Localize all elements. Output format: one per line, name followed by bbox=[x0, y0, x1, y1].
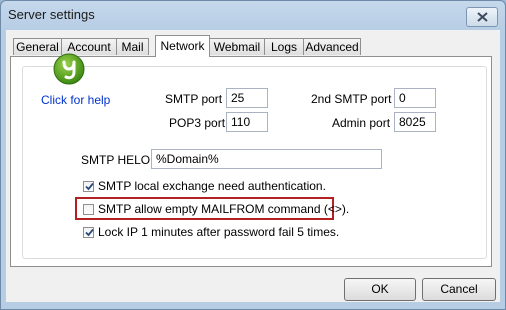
tab-label: Mail bbox=[121, 40, 144, 54]
tab-label: Advanced bbox=[305, 40, 359, 54]
tab-label: General bbox=[16, 40, 59, 54]
smtp-auth-checkbox[interactable] bbox=[83, 180, 94, 192]
title-bar[interactable]: Server settings bbox=[1, 1, 505, 29]
window-title: Server settings bbox=[8, 7, 95, 22]
help-link[interactable]: Click for help bbox=[41, 93, 110, 107]
checkmark-icon bbox=[85, 182, 94, 190]
checkmark-icon bbox=[85, 228, 94, 236]
ok-button[interactable]: OK bbox=[344, 278, 416, 301]
tab-advanced[interactable]: Advanced bbox=[303, 38, 361, 55]
cancel-button[interactable]: Cancel bbox=[422, 278, 496, 301]
tab-network[interactable]: Network bbox=[155, 35, 210, 57]
tab-webmail[interactable]: Webmail bbox=[209, 38, 265, 55]
lock-ip-checkbox[interactable] bbox=[83, 226, 94, 238]
smtp-auth-checkbox-row[interactable]: SMTP local exchange need authentication. bbox=[83, 179, 326, 193]
close-button[interactable] bbox=[466, 7, 498, 27]
lock-ip-checkbox-row[interactable]: Lock IP 1 minutes after password fail 5 … bbox=[83, 225, 339, 239]
second-smtp-port-input[interactable]: 0 bbox=[394, 88, 436, 108]
lock-ip-label: Lock IP 1 minutes after password fail 5 … bbox=[98, 225, 340, 239]
smtp-helo-input[interactable]: %Domain% bbox=[151, 149, 382, 169]
tab-label: Logs bbox=[270, 40, 298, 54]
admin-port-input[interactable]: 8025 bbox=[394, 112, 436, 132]
empty-mailfrom-checkbox-row[interactable]: SMTP allow empty MAILFROM command (<>). bbox=[83, 202, 349, 216]
smtp-port-input[interactable]: 25 bbox=[226, 88, 268, 108]
empty-mailfrom-label: SMTP allow empty MAILFROM command (<>). bbox=[98, 202, 350, 216]
empty-mailfrom-checkbox[interactable] bbox=[83, 203, 94, 215]
help-logo-icon[interactable] bbox=[53, 53, 85, 85]
smtp-auth-label: SMTP local exchange need authentication. bbox=[98, 179, 326, 193]
tab-label: Webmail bbox=[213, 40, 261, 54]
second-smtp-port-label: 2nd SMTP port bbox=[311, 92, 392, 106]
pop3-port-label: POP3 port bbox=[169, 116, 226, 130]
close-icon bbox=[476, 12, 488, 22]
tab-label: Network bbox=[160, 39, 205, 53]
tab-mail[interactable]: Mail bbox=[116, 38, 149, 55]
smtp-helo-label: SMTP HELO bbox=[81, 153, 151, 167]
admin-port-label: Admin port bbox=[332, 116, 391, 130]
server-settings-window: Server settings General Account Mail Net… bbox=[0, 0, 506, 310]
smtp-port-label: SMTP port bbox=[165, 92, 223, 106]
pop3-port-input[interactable]: 110 bbox=[226, 112, 268, 132]
tab-logs[interactable]: Logs bbox=[264, 38, 304, 55]
tab-label: Account bbox=[67, 40, 111, 54]
